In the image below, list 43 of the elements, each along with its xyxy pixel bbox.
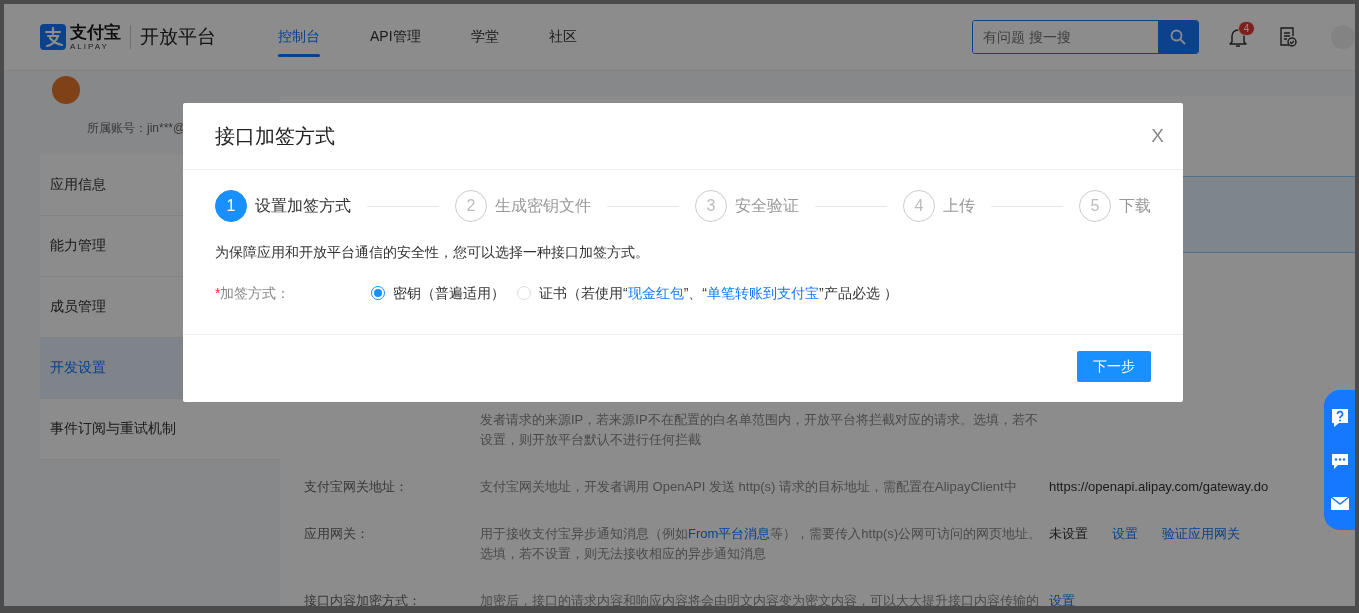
logo-icon [40,24,66,50]
logo-text: 支付宝 [70,23,121,41]
setting-label: 支付宝网关地址： [304,478,409,496]
setting-value: 未设置 [1049,525,1088,543]
close-button[interactable]: X [1151,125,1164,147]
action-link[interactable]: 设置 [1112,524,1138,564]
search-field[interactable]: 有问题 搜一搜 [972,20,1199,54]
search-icon [1170,29,1186,45]
nav-tab[interactable]: 社区 [548,4,577,70]
action-link[interactable]: 验证应用网关 [1162,524,1240,564]
step-label: 下载 [1119,195,1151,216]
option-label[interactable]: 证书（若使用“现金红包”、“单笔转账到支付宝”产品必选 ） [539,283,898,303]
step-label: 安全验证 [735,195,799,216]
link[interactable]: 单笔转账到支付宝 [707,285,819,301]
notification-badge: 4 [1238,20,1255,36]
setting-description: 支付宝网关地址，开发者调用 OpenAPI 发送 http(s) 请求的目标地址，需配置在AlipayClient中 [480,478,1018,496]
platform-title: 开放平台 [140,25,216,49]
dialog-title: 接口加签方式 [215,123,335,149]
nav-tab[interactable]: 学堂 [470,4,499,70]
required-mark: * [215,285,221,301]
document-check-icon[interactable] [1279,27,1297,47]
setting-label: 应用网关： [304,525,370,543]
logo-subtitle: ALIPAY [70,42,110,51]
setting-description: 用于接收支付宝异步通知消息（例如From平台消息等），需要传入http(s)公网可访问的网页地址。选填，若不设置，则无法接收相应的异步通知消息 [480,525,1043,563]
bell-icon[interactable] [1229,26,1247,48]
sidebar-item[interactable]: 事件订阅与重试机制 [40,399,280,460]
setting-value: https://openapi.alipay.com/gateway.do [1049,478,1269,496]
step-number: 1 [215,190,247,222]
setting-description: 发者请求的来源IP，若来源IP不在配置的白名单范围内，开放平台将拦截对应的请求。选填，若不设置，则开放平台默认不进行任何拦截 [480,411,1039,449]
help-icon[interactable] [1329,407,1350,429]
user-avatar [52,76,80,104]
search-button[interactable] [1158,21,1198,53]
nav-tab[interactable]: 控制台 [278,4,320,70]
step-label: 上传 [943,195,975,216]
option-label[interactable]: 密钥（普遍适用） [393,283,505,303]
action-link[interactable]: 设置 [1049,591,1075,606]
link[interactable]: 现金红包 [627,285,684,301]
nav-tab[interactable]: API管理 [370,4,421,70]
link[interactable]: From平台消息 [688,526,771,541]
step-label: 生成密钥文件 [495,195,591,216]
setting-label: 接口内容加密方式： [304,592,422,606]
chat-icon[interactable] [1329,451,1350,471]
next-button[interactable]: 下一步 [1077,351,1151,382]
